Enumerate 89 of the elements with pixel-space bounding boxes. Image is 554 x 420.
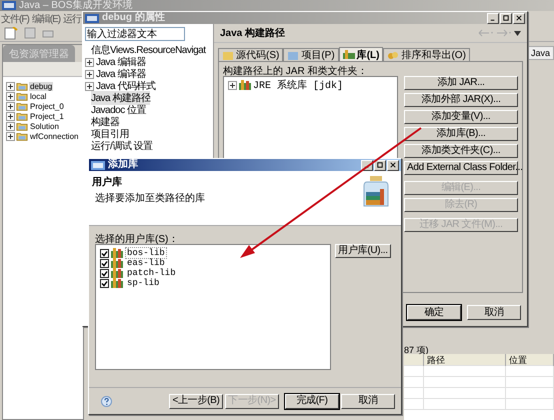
tab[interactable]: 源代码(S) xyxy=(218,48,284,61)
page-title: Java 构建路径 xyxy=(220,26,286,40)
project-item[interactable]: Project_1 xyxy=(29,112,65,120)
cancel-button[interactable]: 取消 xyxy=(341,394,395,408)
page-item[interactable]: 项目引用 xyxy=(91,127,129,141)
expand-icon xyxy=(6,132,15,140)
library-item[interactable]: patch-lib xyxy=(125,267,178,279)
checkbox[interactable] xyxy=(100,258,109,268)
close-icon xyxy=(389,161,397,169)
library-item[interactable]: bos-lib xyxy=(125,247,167,259)
checkbox[interactable] xyxy=(100,278,109,288)
app-icon xyxy=(2,1,16,10)
library-icon xyxy=(111,268,123,278)
finish-button[interactable]: 完成(F) xyxy=(285,394,339,408)
tab[interactable]: 排序和导出(O) xyxy=(383,48,470,61)
maximize-button[interactable] xyxy=(374,160,386,170)
save-icon xyxy=(24,27,36,39)
dropdown-icon xyxy=(514,30,521,36)
column-header[interactable]: 位置 xyxy=(506,354,554,367)
library-icon xyxy=(111,248,123,258)
page-item[interactable]: Java 编辑器 xyxy=(96,55,146,69)
library-icon xyxy=(111,258,123,268)
column-header[interactable]: 路径 xyxy=(424,354,506,367)
expand-icon xyxy=(6,82,15,90)
folder-icon xyxy=(16,80,28,92)
window-title: debug 的属性 xyxy=(102,12,165,24)
checkbox[interactable] xyxy=(100,248,109,258)
checkbox[interactable] xyxy=(100,268,109,278)
action-button[interactable]: 添加库(B)... xyxy=(404,127,518,141)
page-item[interactable]: 构建器 xyxy=(91,115,120,129)
tab[interactable]: 库(L) xyxy=(338,47,384,61)
folder-icon xyxy=(16,90,28,102)
ok-button[interactable]: 确定 xyxy=(407,305,461,320)
folder-icon xyxy=(287,50,300,60)
help-button[interactable] xyxy=(101,396,112,406)
new-file-icon xyxy=(4,26,18,40)
sort-icon xyxy=(387,50,400,60)
menu-item[interactable]: 编辑(E) xyxy=(32,12,60,24)
list-item[interactable]: JRE 系统库 [jdk] xyxy=(253,78,344,92)
page-item[interactable]: Java 编译器 xyxy=(96,67,146,81)
filter-field[interactable]: 输入过滤器文本 xyxy=(85,27,185,41)
dialog-description: 选择要添加至类路径的库 xyxy=(94,192,206,205)
action-button[interactable]: 添加类文件夹(C)... xyxy=(404,144,518,158)
project-item[interactable]: local xyxy=(29,92,48,100)
user-libraries-button[interactable]: 用户库(U)... xyxy=(335,244,391,258)
library-item[interactable]: sp-lib xyxy=(125,277,162,289)
folder-icon xyxy=(16,120,28,132)
page-item[interactable]: 运行/调试 设置 xyxy=(91,139,153,153)
library-icon xyxy=(342,49,355,60)
expand-icon xyxy=(6,102,15,110)
tab[interactable]: 项目(P) xyxy=(283,48,339,61)
close-icon xyxy=(515,14,523,22)
folder-icon xyxy=(16,110,28,122)
folder-icon xyxy=(16,130,28,142)
menu-item[interactable]: 运行 xyxy=(63,12,82,24)
list-label: 构建路径上的 JAR 和类文件夹： xyxy=(223,64,368,76)
folder-icon xyxy=(222,50,234,60)
cancel-button[interactable]: 取消 xyxy=(467,305,521,320)
project-item[interactable]: debug xyxy=(29,82,54,90)
dialog-heading: 用户库 xyxy=(92,175,123,189)
page-item[interactable]: Java 代码样式 xyxy=(96,79,156,93)
maximize-icon xyxy=(376,161,384,169)
back-arrow-icon xyxy=(478,29,494,37)
library-icon xyxy=(111,278,123,288)
back-button[interactable]: <上一步(B) xyxy=(169,394,223,408)
close-button[interactable] xyxy=(387,160,399,170)
folder-icon xyxy=(16,100,28,112)
project-item[interactable]: wfConnection xyxy=(29,132,80,140)
expand-icon xyxy=(6,92,15,100)
expand-icon xyxy=(6,112,15,120)
library-icon xyxy=(239,80,251,90)
page-item[interactable]: Java 构建路径 xyxy=(91,91,150,105)
page-item[interactable]: 信息Views.ResourceNavigat xyxy=(91,43,206,57)
page-item[interactable]: Javadoc 位置 xyxy=(91,103,146,117)
window-title: 添加库 xyxy=(108,159,138,171)
help-icon xyxy=(101,396,112,406)
action-button[interactable]: 添加变量(V)... xyxy=(404,110,518,124)
project-item[interactable]: Solution xyxy=(29,122,60,130)
maximize-icon xyxy=(502,14,510,22)
library-item[interactable]: eas-lib xyxy=(125,257,167,269)
list-label: 选择的用户库(S)： xyxy=(95,232,180,244)
expand-icon xyxy=(6,122,15,130)
action-button[interactable]: 添加外部 JAR(X)... xyxy=(404,93,518,107)
menu-item[interactable]: 文件(F) xyxy=(1,12,29,24)
expand-icon xyxy=(228,80,237,90)
project-item[interactable]: Project_0 xyxy=(29,102,65,110)
action-button[interactable]: 添加 JAR... xyxy=(404,76,518,90)
forward-arrow-icon xyxy=(496,29,512,37)
jar-icon xyxy=(361,175,391,209)
